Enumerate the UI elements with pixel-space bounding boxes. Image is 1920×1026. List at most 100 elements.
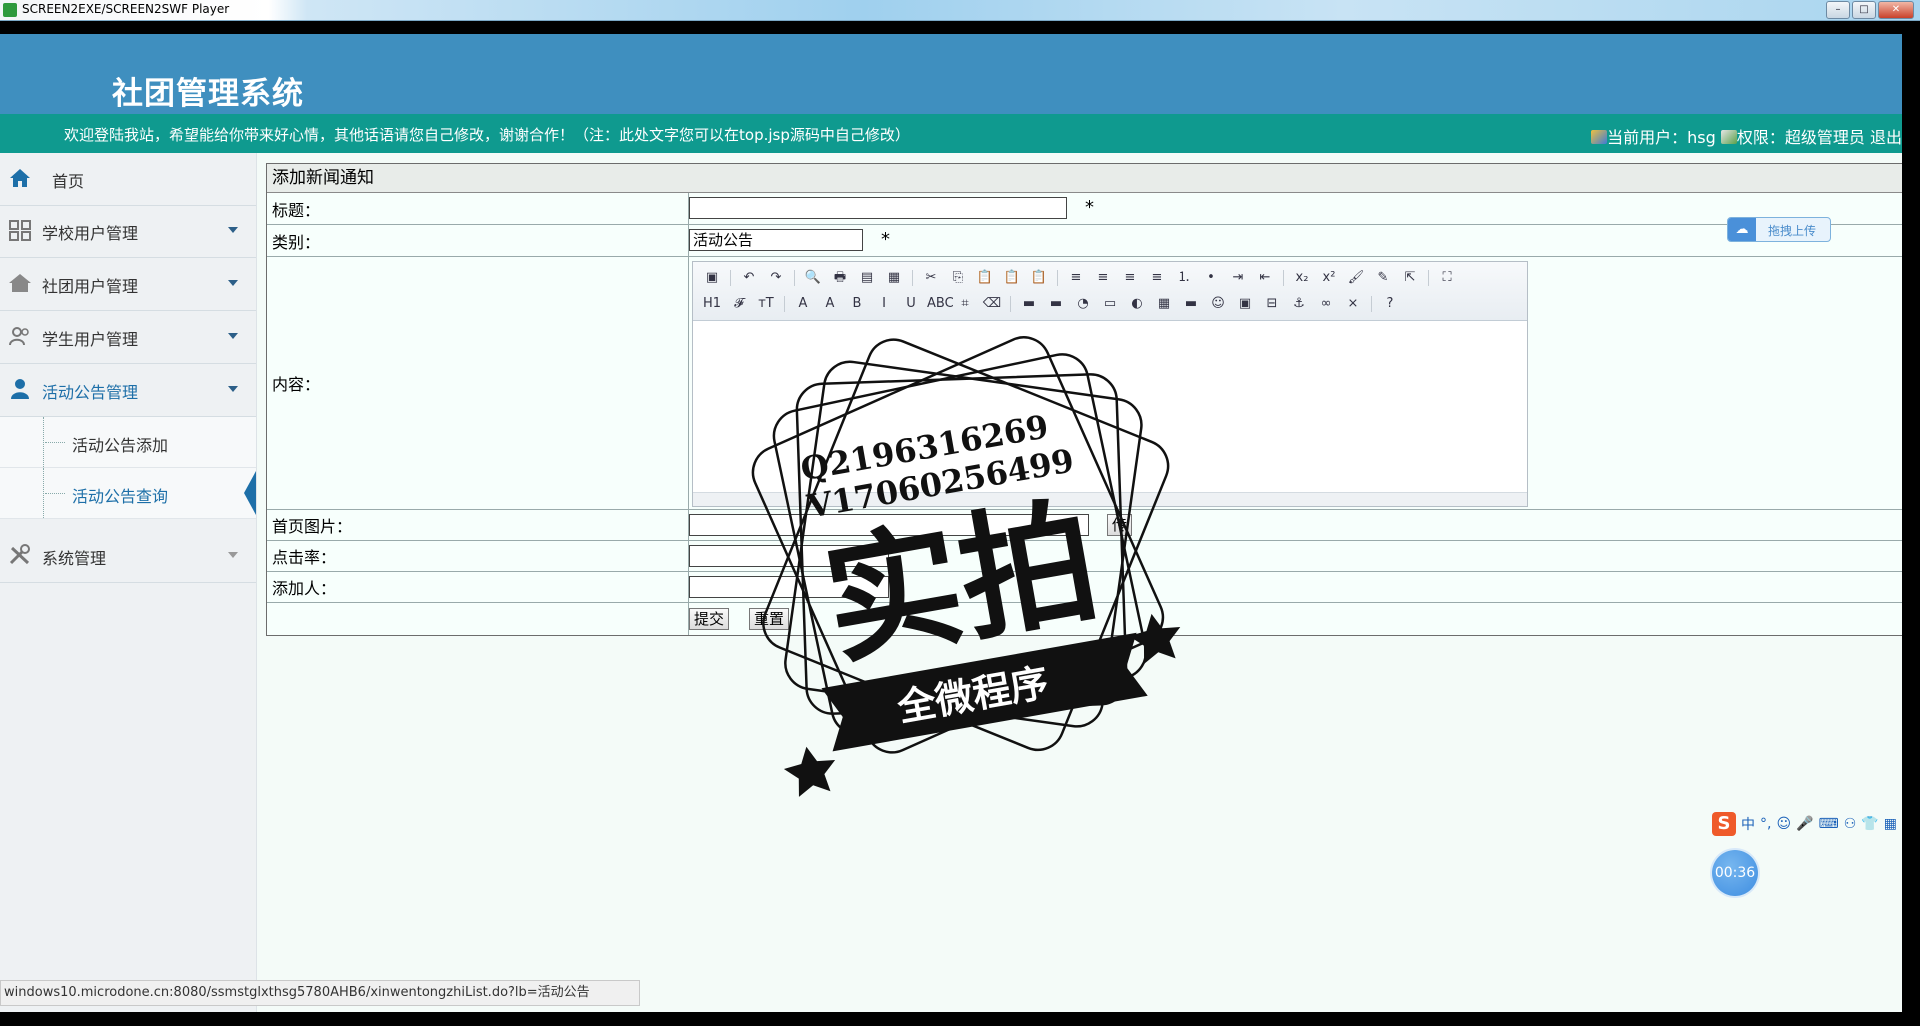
ime-punctuation-icon[interactable]: °, xyxy=(1760,816,1771,832)
title-row: 标题： * xyxy=(267,193,1902,225)
app-icon xyxy=(3,3,17,17)
editor-tool-button[interactable]: B xyxy=(846,295,868,313)
sidebar-subitem-announcement-add[interactable]: 活动公告添加 xyxy=(0,417,256,468)
editor-tool-button[interactable]: ▬ xyxy=(1018,295,1040,313)
ime-microphone-icon[interactable]: 🎤 xyxy=(1796,816,1813,832)
sogou-logo-icon[interactable]: S xyxy=(1712,812,1736,836)
window-controls: – □ ✕ xyxy=(1826,1,1914,19)
ime-toolbar: S 中 °, ☺ 🎤 ⌨ ⚇ 👕 ▦ xyxy=(1712,810,1902,838)
editor-tool-button[interactable]: ☺ xyxy=(1207,295,1229,313)
toolbar-separator xyxy=(794,270,795,286)
editor-tool-button[interactable]: 🔍 xyxy=(802,269,824,287)
editor-tool-button[interactable]: ⚓ xyxy=(1288,295,1310,313)
editor-tool-button[interactable]: A xyxy=(819,295,841,313)
chevron-down-icon xyxy=(228,552,238,558)
editor-tool-button[interactable]: тT xyxy=(755,295,777,313)
editor-tool-button[interactable]: ◔ xyxy=(1072,295,1094,313)
editor-tool-button[interactable]: ▬ xyxy=(1045,295,1067,313)
recording-timer[interactable]: 00:36 xyxy=(1712,850,1758,896)
toolbar-separator xyxy=(912,270,913,286)
sidebar-item-school-users[interactable]: 学校用户管理 xyxy=(0,205,256,258)
ime-lang-toggle[interactable]: 中 xyxy=(1741,814,1755,834)
close-button[interactable]: ✕ xyxy=(1878,1,1914,19)
title-input[interactable] xyxy=(689,197,1067,219)
editor-tool-button[interactable]: 🖶 xyxy=(829,269,851,287)
category-value-cell: 活动公告 * xyxy=(689,225,1902,256)
editor-toolbar-row-1: ▣ ↶ ↷ 🔍 🖶 ▤ ▦ ✂ ⎘ 📋 📋 📋 ≡ ≡ ≡ ≡ ⒈ • ⇥ ⇤ x₂ x² 🖌 ✎ ⇱ ⛶ xyxy=(701,267,1458,289)
window-title: SCREEN2EXE/SCREEN2SWF Player xyxy=(22,2,230,16)
editor-tool-button[interactable]: ⌗ xyxy=(954,295,976,313)
category-input[interactable]: 活动公告 xyxy=(689,229,863,251)
editor-tool-button[interactable]: ▭ xyxy=(1099,295,1121,313)
logout-link[interactable]: 退出 xyxy=(1870,128,1902,147)
editor-tool-button[interactable]: ≡ xyxy=(1092,269,1114,287)
editor-tool-button[interactable]: ⛶ xyxy=(1436,269,1458,287)
sidebar-item-club-users[interactable]: 社团用户管理 xyxy=(0,258,256,311)
editor-tool-button[interactable]: ⒈ xyxy=(1173,269,1195,287)
editor-tool-button[interactable]: 📋 xyxy=(1028,269,1050,287)
editor-tool-button[interactable]: ▤ xyxy=(856,269,878,287)
editor-tool-button[interactable]: ✂ xyxy=(920,269,942,287)
editor-tool-button[interactable]: ✎ xyxy=(1372,269,1394,287)
permission-icon xyxy=(1720,130,1737,144)
editor-tool-button[interactable]: 🖌 xyxy=(1345,269,1367,287)
editor-tool-button[interactable]: ∞ xyxy=(1315,295,1337,313)
title-value-cell: * xyxy=(689,193,1902,224)
screen-bottom-band xyxy=(0,1012,1920,1026)
star-icon xyxy=(1129,613,1181,664)
ime-user-icon[interactable]: ⚇ xyxy=(1844,816,1857,832)
editor-tool-button[interactable]: • xyxy=(1200,269,1222,287)
editor-tool-button[interactable]: 𝓕 xyxy=(728,295,750,313)
tools-icon xyxy=(9,544,30,565)
editor-tool-button[interactable]: ▦ xyxy=(883,269,905,287)
editor-tool-button[interactable]: x₂ xyxy=(1291,269,1313,287)
ime-toolbox-icon[interactable]: ▦ xyxy=(1884,816,1897,832)
sidebar-item-system[interactable]: 系统管理 xyxy=(0,530,256,583)
editor-tool-button[interactable]: ◐ xyxy=(1126,295,1148,313)
drag-upload-widget[interactable]: ☁ 拖拽上传 xyxy=(1727,217,1831,242)
editor-tool-button[interactable]: 📋 xyxy=(974,269,996,287)
editor-tool-button[interactable]: ▣ xyxy=(701,269,723,287)
ime-skin-icon[interactable]: 👕 xyxy=(1861,816,1878,832)
grid-icon xyxy=(9,220,31,241)
editor-tool-button[interactable]: ▦ xyxy=(1153,295,1175,313)
editor-tool-button[interactable]: ≡ xyxy=(1065,269,1087,287)
editor-tool-button[interactable]: ↷ xyxy=(765,269,787,287)
editor-tool-button[interactable]: ⌫ xyxy=(981,295,1003,313)
editor-tool-button[interactable]: ⇱ xyxy=(1399,269,1421,287)
editor-tool-button[interactable]: ⨯ xyxy=(1342,295,1364,313)
editor-tool-button[interactable]: ≡ xyxy=(1146,269,1168,287)
minimize-button[interactable]: – xyxy=(1826,1,1850,19)
editor-tool-button[interactable]: ⇥ xyxy=(1227,269,1249,287)
editor-tool-button[interactable]: U xyxy=(900,295,922,313)
editor-tool-button[interactable]: I xyxy=(873,295,895,313)
sidebar-item-home[interactable]: 首页 xyxy=(0,153,256,206)
ime-keyboard-icon[interactable]: ⌨ xyxy=(1819,816,1839,832)
editor-tool-button[interactable]: A xyxy=(792,295,814,313)
sidebar: 首页 学校用户管理 社团用户管理 学生用户管理 活动公告管理 活动公告添加 活动… xyxy=(0,153,257,1012)
editor-tool-button[interactable]: ⎘ xyxy=(947,269,969,287)
sidebar-item-student-users[interactable]: 学生用户管理 xyxy=(0,311,256,364)
sidebar-item-announcements[interactable]: 活动公告管理 xyxy=(0,364,256,417)
editor-tool-button[interactable]: ? xyxy=(1379,295,1401,313)
editor-tool-button[interactable]: ≡ xyxy=(1119,269,1141,287)
editor-tool-button[interactable]: x² xyxy=(1318,269,1340,287)
ime-emoji-icon[interactable]: ☺ xyxy=(1776,816,1791,832)
chevron-down-icon xyxy=(228,227,238,233)
toolbar-separator xyxy=(1010,296,1011,312)
maximize-button[interactable]: □ xyxy=(1852,1,1876,19)
required-mark: * xyxy=(881,229,890,250)
form-heading: 添加新闻通知 xyxy=(267,164,1902,193)
actions-label-cell xyxy=(267,603,689,635)
editor-tool-button[interactable]: ⇤ xyxy=(1254,269,1276,287)
editor-tool-button[interactable]: ▣ xyxy=(1234,295,1256,313)
sidebar-subitem-announcement-query[interactable]: 活动公告查询 xyxy=(0,468,256,519)
editor-tool-button[interactable]: ↶ xyxy=(738,269,760,287)
editor-tool-button[interactable]: ABC xyxy=(927,295,954,313)
editor-tool-button[interactable]: H1 xyxy=(701,295,723,313)
chevron-down-icon xyxy=(228,386,238,392)
user-icon xyxy=(11,379,29,399)
editor-tool-button[interactable]: 📋 xyxy=(1001,269,1023,287)
editor-tool-button[interactable]: ▬ xyxy=(1180,295,1202,313)
editor-tool-button[interactable]: ⊟ xyxy=(1261,295,1283,313)
